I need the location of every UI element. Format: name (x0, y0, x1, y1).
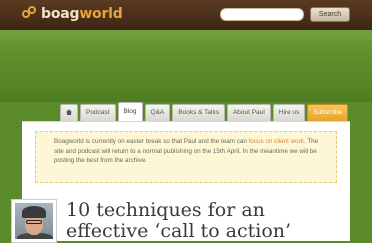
post-title[interactable]: 10 techniques for an effective ‘call to … (66, 200, 346, 242)
hero-banner (0, 30, 372, 102)
notice-link[interactable]: focus on client work (249, 138, 304, 145)
logo-text-world: world (79, 6, 123, 22)
tab-hire-us[interactable]: Hire us (272, 104, 306, 121)
tab-about-paul[interactable]: About Paul (226, 104, 271, 121)
tab-home[interactable] (60, 104, 78, 121)
main-nav: Podcast Blog Q&A Books & Talks About Pau… (60, 102, 349, 121)
hero-stripe (0, 30, 372, 40)
site-header: boagworld Search (0, 0, 372, 30)
home-icon (66, 109, 72, 116)
site-logo[interactable]: boagworld (22, 6, 123, 22)
notice-text-before: Boagworld is currently on easter break s… (54, 138, 249, 145)
search-button[interactable]: Search (310, 7, 350, 22)
notice-box: Boagworld is currently on easter break s… (35, 131, 337, 183)
tab-subscribe[interactable]: Subscribe (307, 104, 349, 121)
logo-text-boag: boag (41, 6, 80, 22)
tab-blog[interactable]: Blog (117, 102, 143, 121)
tab-podcast[interactable]: Podcast (80, 104, 116, 121)
logo-icon (22, 6, 38, 22)
tab-books-talks[interactable]: Books & Talks (172, 104, 225, 121)
search-input[interactable] (220, 8, 304, 21)
author-avatar[interactable] (11, 199, 57, 243)
tab-qa[interactable]: Q&A (144, 104, 171, 121)
